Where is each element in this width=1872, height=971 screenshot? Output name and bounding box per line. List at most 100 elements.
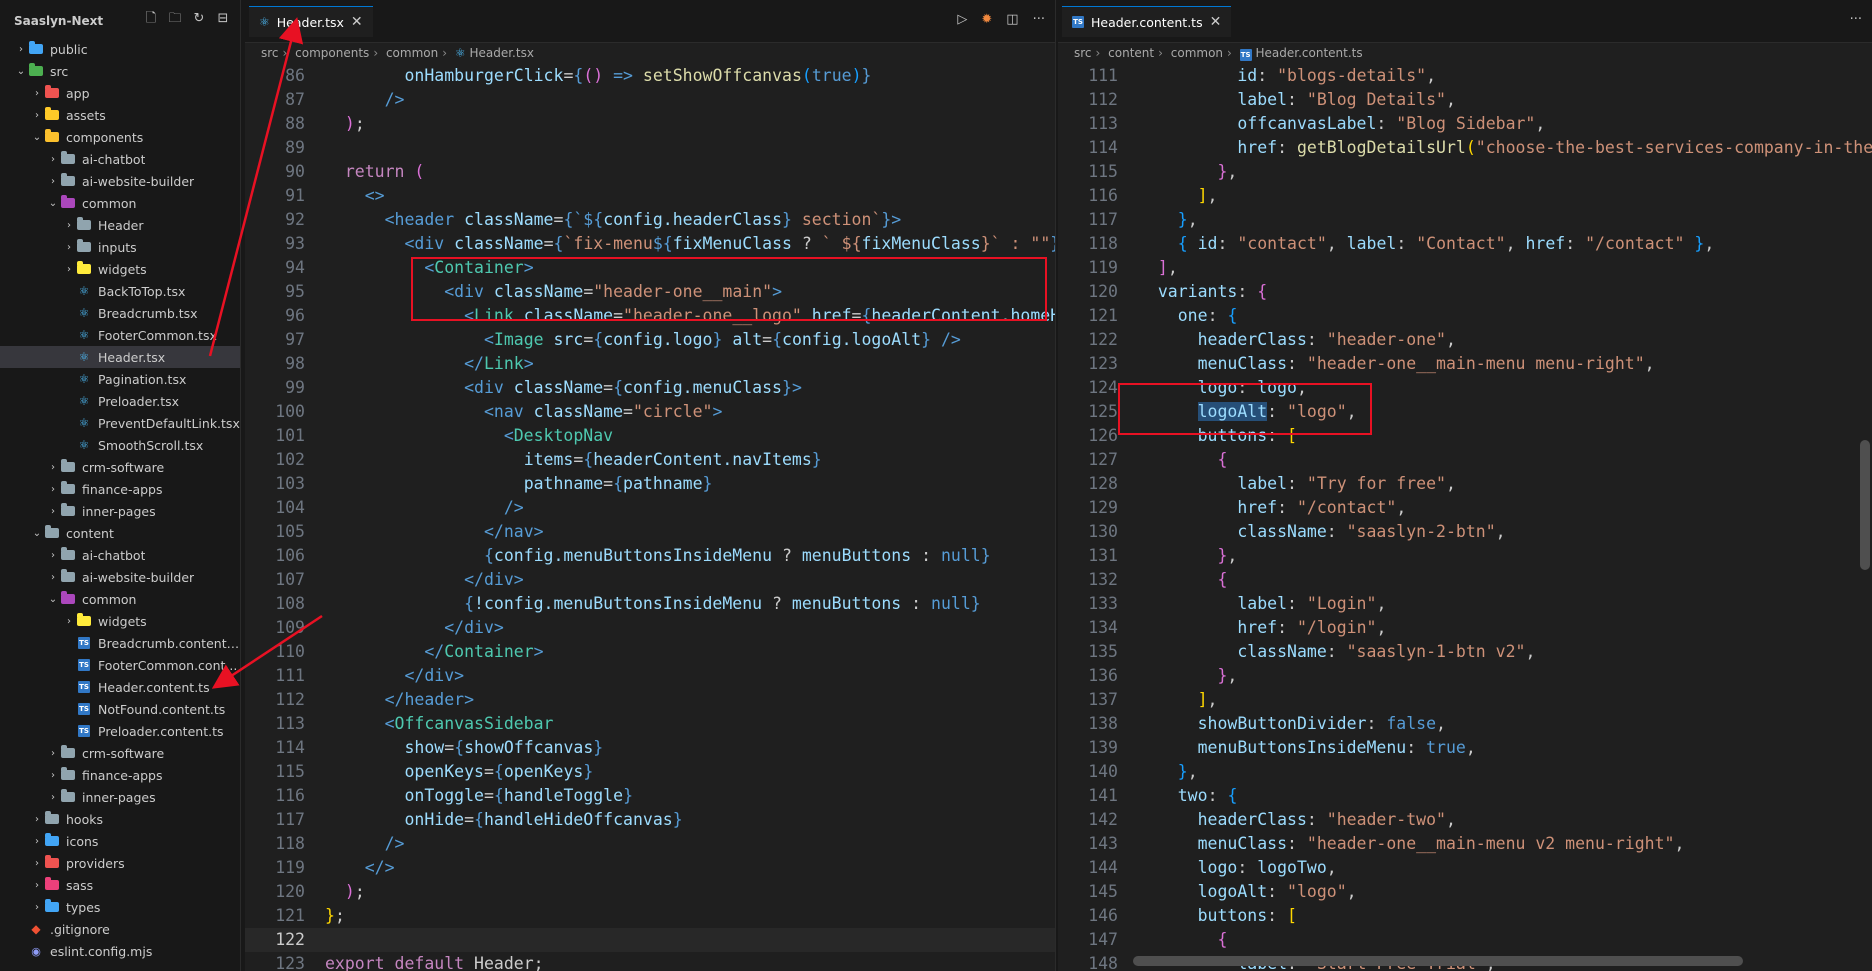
- tree-folder[interactable]: › sass: [0, 874, 240, 896]
- code-line[interactable]: 111 id: "blogs-details",: [1058, 64, 1872, 88]
- code-line[interactable]: 113 <OffcanvasSidebar: [245, 712, 1055, 736]
- code-line[interactable]: 129 href: "/contact",: [1058, 496, 1872, 520]
- code-line[interactable]: 115 },: [1058, 160, 1872, 184]
- code-line[interactable]: 119 </>: [245, 856, 1055, 880]
- code-line[interactable]: 114 href: getBlogDetailsUrl("choose-the-…: [1058, 136, 1872, 160]
- tree-folder[interactable]: › types: [0, 896, 240, 918]
- code-line[interactable]: 114 show={showOffcanvas}: [245, 736, 1055, 760]
- code-line[interactable]: 146 buttons: [: [1058, 904, 1872, 928]
- tree-folder[interactable]: › widgets: [0, 258, 240, 280]
- new-folder-icon[interactable]: 🗀: [166, 10, 184, 28]
- tree-file[interactable]: ⚛ PreventDefaultLink.tsx: [0, 412, 240, 434]
- tree-file[interactable]: ⚛ Pagination.tsx: [0, 368, 240, 390]
- tree-folder[interactable]: › widgets: [0, 610, 240, 632]
- code-area[interactable]: 86 onHamburgerClick={() => setShowOffcan…: [245, 64, 1055, 971]
- tree-folder[interactable]: › inputs: [0, 236, 240, 258]
- code-line[interactable]: 107 </div>: [245, 568, 1055, 592]
- code-line[interactable]: 111 </div>: [245, 664, 1055, 688]
- code-line[interactable]: 137 ],: [1058, 688, 1872, 712]
- code-line[interactable]: 144 logo: logoTwo,: [1058, 856, 1872, 880]
- more-icon[interactable]: ···: [1033, 12, 1045, 27]
- tab-header-tsx[interactable]: ⚛ Header.tsx ✕: [249, 6, 373, 37]
- code-line[interactable]: 128 label: "Try for free",: [1058, 472, 1872, 496]
- breadcrumb-item[interactable]: Header.content.ts: [1256, 46, 1363, 60]
- code-line[interactable]: 141 two: {: [1058, 784, 1872, 808]
- tree-file[interactable]: TS NotFound.content.ts: [0, 698, 240, 720]
- code-line[interactable]: 133 label: "Login",: [1058, 592, 1872, 616]
- code-line[interactable]: 142 headerClass: "header-two",: [1058, 808, 1872, 832]
- tree-file[interactable]: ⚛ BackToTop.tsx: [0, 280, 240, 302]
- tree-file[interactable]: ◉ eslint.config.mjs: [0, 940, 240, 962]
- code-line[interactable]: 101 <DesktopNav: [245, 424, 1055, 448]
- horizontal-scrollbar[interactable]: [1133, 956, 1743, 966]
- tree-folder[interactable]: › assets: [0, 104, 240, 126]
- breadcrumb-item[interactable]: common: [386, 46, 438, 60]
- code-line[interactable]: 91 <>: [245, 184, 1055, 208]
- code-line[interactable]: 121};: [245, 904, 1055, 928]
- code-line[interactable]: 87 />: [245, 88, 1055, 112]
- code-line[interactable]: 118 />: [245, 832, 1055, 856]
- code-line[interactable]: 112 label: "Blog Details",: [1058, 88, 1872, 112]
- tree-folder[interactable]: › providers: [0, 852, 240, 874]
- code-line[interactable]: 86 onHamburgerClick={() => setShowOffcan…: [245, 64, 1055, 88]
- split-editor-icon[interactable]: ◫: [1006, 12, 1018, 27]
- tree-folder[interactable]: › hooks: [0, 808, 240, 830]
- close-icon[interactable]: ✕: [351, 14, 363, 30]
- tree-file[interactable]: ⚛ Preloader.tsx: [0, 390, 240, 412]
- tree-file[interactable]: TS Breadcrumb.content.ts: [0, 632, 240, 654]
- code-line[interactable]: 99 <div className={config.menuClass}>: [245, 376, 1055, 400]
- code-line[interactable]: 112 </header>: [245, 688, 1055, 712]
- code-line[interactable]: 102 items={headerContent.navItems}: [245, 448, 1055, 472]
- code-line[interactable]: 122 headerClass: "header-one",: [1058, 328, 1872, 352]
- code-line[interactable]: 100 <nav className="circle">: [245, 400, 1055, 424]
- code-line[interactable]: 109 </div>: [245, 616, 1055, 640]
- tree-file[interactable]: ⚛ SmoothScroll.tsx: [0, 434, 240, 456]
- tree-file[interactable]: ⚛ Header.tsx: [0, 346, 240, 368]
- tree-folder[interactable]: › ai-website-builder: [0, 170, 240, 192]
- tab-header-content-ts[interactable]: TS Header.content.ts ✕: [1062, 6, 1232, 37]
- tree-folder[interactable]: ⌄ content: [0, 522, 240, 544]
- tree-folder[interactable]: › crm-software: [0, 456, 240, 478]
- tree-file[interactable]: TS FooterCommon.cont...: [0, 654, 240, 676]
- tree-folder[interactable]: › ai-chatbot: [0, 148, 240, 170]
- tree-file[interactable]: ◆ .gitignore: [0, 918, 240, 940]
- code-line[interactable]: 131 },: [1058, 544, 1872, 568]
- tree-folder[interactable]: ⌄ common: [0, 192, 240, 214]
- tree-folder[interactable]: › icons: [0, 830, 240, 852]
- tree-folder[interactable]: ⌄ components: [0, 126, 240, 148]
- tree-file[interactable]: TS Preloader.content.ts: [0, 720, 240, 742]
- code-line[interactable]: 106 {config.menuButtonsInsideMenu ? menu…: [245, 544, 1055, 568]
- breadcrumb-item[interactable]: components: [295, 46, 369, 60]
- code-line[interactable]: 130 className: "saaslyn-2-btn",: [1058, 520, 1872, 544]
- code-line[interactable]: 143 menuClass: "header-one__main-menu v2…: [1058, 832, 1872, 856]
- breadcrumb-item[interactable]: src: [1074, 46, 1092, 60]
- code-line[interactable]: 117 onHide={handleHideOffcanvas}: [245, 808, 1055, 832]
- tree-folder[interactable]: › Header: [0, 214, 240, 236]
- debug-icon[interactable]: ✹: [981, 12, 992, 27]
- code-line[interactable]: 123 menuClass: "header-one__main-menu me…: [1058, 352, 1872, 376]
- code-line[interactable]: 117 },: [1058, 208, 1872, 232]
- code-line[interactable]: 120 variants: {: [1058, 280, 1872, 304]
- breadcrumb-item[interactable]: common: [1171, 46, 1223, 60]
- code-line[interactable]: 116 onToggle={handleToggle}: [245, 784, 1055, 808]
- close-icon[interactable]: ✕: [1210, 14, 1222, 30]
- tree-folder[interactable]: › finance-apps: [0, 478, 240, 500]
- code-line[interactable]: 93 <div className={`fix-menu${fixMenuCla…: [245, 232, 1055, 256]
- tree-folder[interactable]: ⌄ src: [0, 60, 240, 82]
- run-icon[interactable]: ▷: [957, 12, 967, 27]
- code-area[interactable]: 111 id: "blogs-details", 112 label: "Blog…: [1058, 64, 1872, 971]
- more-icon[interactable]: ···: [1850, 12, 1862, 27]
- code-line[interactable]: 113 offcanvasLabel: "Blog Sidebar",: [1058, 112, 1872, 136]
- code-line[interactable]: 97 <Image src={config.logo} alt={config.…: [245, 328, 1055, 352]
- tree-folder[interactable]: › crm-software: [0, 742, 240, 764]
- code-line[interactable]: 119 ],: [1058, 256, 1872, 280]
- tree-file[interactable]: ⚛ Breadcrumb.tsx: [0, 302, 240, 324]
- code-line[interactable]: 120 );: [245, 880, 1055, 904]
- code-line[interactable]: 108 {!config.menuButtonsInsideMenu ? men…: [245, 592, 1055, 616]
- code-line[interactable]: 118 { id: "contact", label: "Contact", h…: [1058, 232, 1872, 256]
- code-line[interactable]: 138 showButtonDivider: false,: [1058, 712, 1872, 736]
- tree-folder[interactable]: ⌄ common: [0, 588, 240, 610]
- collapse-icon[interactable]: ⊟: [214, 10, 232, 28]
- code-line[interactable]: 116 ],: [1058, 184, 1872, 208]
- code-line[interactable]: 104 />: [245, 496, 1055, 520]
